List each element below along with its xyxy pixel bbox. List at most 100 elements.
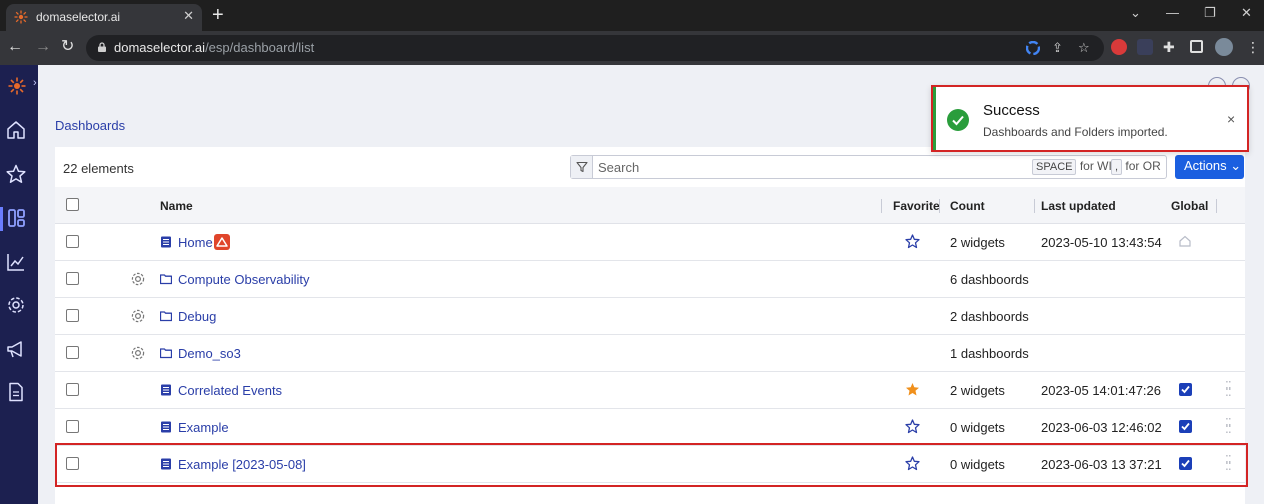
drag-handle-icon[interactable]: ⁚⁚ ⁚⁚: [1225, 380, 1233, 398]
table-header: Name Favorite Count Last updated Global: [55, 187, 1245, 224]
space-key-badge: SPACE: [1032, 159, 1077, 175]
folder-settings-gear-icon[interactable]: [130, 271, 146, 287]
row-name-link[interactable]: Debug: [178, 309, 216, 324]
folder-icon: [160, 311, 172, 322]
filter-button[interactable]: [571, 156, 593, 178]
column-divider: [1034, 199, 1035, 213]
table-row[interactable]: Correlated Events 2 widgets 2023-05 14:01:…: [55, 372, 1245, 409]
search-box: SPACE for WID , for OR: [570, 155, 1167, 179]
success-toast: Success Dashboards and Folders imported.…: [931, 85, 1249, 152]
search-hint-or: , for OR: [1111, 159, 1161, 175]
row-last-updated: 2023-05-10 13:43:54: [1041, 235, 1162, 250]
dashboard-doc-icon: [161, 421, 171, 433]
column-header-last-updated[interactable]: Last updated: [1041, 199, 1116, 213]
back-icon[interactable]: ←: [7, 38, 23, 56]
collapse-chevron-icon[interactable]: ›: [33, 77, 37, 89]
profile-avatar[interactable]: [1215, 38, 1233, 56]
side-panel-icon[interactable]: [1190, 40, 1203, 53]
favorite-star-outline-icon[interactable]: [905, 419, 920, 434]
toast-title: Success: [983, 102, 1040, 119]
row-last-updated: 2023-05 14:01:47:26: [1041, 383, 1161, 398]
row-checkbox[interactable]: [66, 420, 79, 433]
breadcrumb[interactable]: Dashboards: [55, 118, 125, 133]
row-name-link[interactable]: Home: [178, 235, 213, 250]
row-count: 2 dashboords: [950, 309, 1029, 324]
google-icon[interactable]: [1026, 41, 1040, 55]
tab-close-icon[interactable]: ✕: [183, 8, 194, 24]
documents-icon[interactable]: [5, 381, 27, 403]
minimize-button[interactable]: —: [1166, 5, 1179, 20]
analytics-chart-icon[interactable]: [5, 251, 27, 273]
column-header-favorite[interactable]: Favorite: [893, 199, 940, 213]
column-divider: [939, 199, 940, 213]
table-row[interactable]: Compute Observability 6 dashboords: [55, 261, 1245, 298]
success-check-icon: [947, 109, 969, 131]
row-name-link[interactable]: Example: [178, 420, 229, 435]
row-name-link[interactable]: Correlated Events: [178, 383, 282, 398]
column-header-name[interactable]: Name: [160, 199, 193, 213]
extension-pm-icon[interactable]: [1137, 39, 1153, 55]
table-row[interactable]: Demo_so3 1 dashboords: [55, 335, 1245, 372]
reload-icon[interactable]: ↻: [61, 38, 74, 56]
row-count: 0 widgets: [950, 420, 1005, 435]
column-header-count[interactable]: Count: [950, 199, 985, 213]
hint-or-text: for OR: [1125, 159, 1161, 173]
table-row[interactable]: Debug 2 dashboords: [55, 298, 1245, 335]
column-divider: [881, 199, 882, 213]
global-checkbox[interactable]: [1179, 383, 1192, 396]
row-checkbox[interactable]: [66, 346, 79, 359]
settings-gear-icon[interactable]: [5, 294, 27, 316]
folder-icon: [160, 274, 172, 285]
lock-icon: [98, 42, 106, 52]
url-text: domaselector.ai/esp/dashboard/list: [114, 40, 315, 55]
browser-toolbar: ← → ↻ domaselector.ai/esp/dashboard/list…: [0, 31, 1264, 65]
column-divider: [1216, 199, 1217, 213]
row-count: 2 widgets: [950, 383, 1005, 398]
drag-handle-icon[interactable]: ⁚⁚ ⁚⁚: [1225, 417, 1233, 435]
extensions-puzzle-icon[interactable]: ✚: [1163, 38, 1175, 56]
browser-menu-icon[interactable]: ⋮: [1246, 38, 1260, 56]
table-row[interactable]: Example 0 widgets 2023-06-03 12:46:02 ⁚⁚ ⁚⁚: [55, 409, 1245, 446]
favorites-star-icon[interactable]: [5, 163, 27, 185]
forward-icon[interactable]: →: [35, 38, 51, 56]
nav-active-indicator: [0, 207, 3, 231]
maximize-button[interactable]: ❐: [1204, 5, 1216, 21]
highlight-frame: [55, 443, 1248, 487]
dashboards-icon[interactable]: [5, 207, 27, 229]
element-count: 22 elements: [63, 161, 134, 176]
column-header-global[interactable]: Global: [1171, 199, 1208, 213]
folder-settings-gear-icon[interactable]: [130, 345, 146, 361]
checkmark-icon: [1181, 385, 1190, 394]
home-icon[interactable]: [5, 119, 27, 141]
row-checkbox[interactable]: [66, 272, 79, 285]
search-input[interactable]: [598, 158, 1018, 176]
row-count: 1 dashboords: [950, 346, 1029, 361]
announcements-megaphone-icon[interactable]: [5, 338, 27, 360]
row-checkbox[interactable]: [66, 309, 79, 322]
toast-close-icon[interactable]: ×: [1227, 111, 1235, 127]
close-window-button[interactable]: ✕: [1241, 5, 1252, 21]
tab-search-icon[interactable]: ⌄: [1130, 5, 1141, 21]
address-bar[interactable]: domaselector.ai/esp/dashboard/list ⇪ ☆: [86, 35, 1104, 61]
home-badge-icon: [214, 234, 230, 250]
toast-message: Dashboards and Folders imported.: [983, 125, 1168, 139]
browser-tab[interactable]: domaselector.ai ✕: [6, 4, 202, 31]
row-name-link[interactable]: Compute Observability: [178, 272, 310, 287]
table-row[interactable]: Home 2 widgets 2023-05-10 13:43:54: [55, 224, 1245, 261]
bookmark-star-icon[interactable]: ☆: [1078, 40, 1090, 56]
folder-settings-gear-icon[interactable]: [130, 308, 146, 324]
app-logo-icon[interactable]: [8, 77, 26, 95]
favorite-star-outline-icon[interactable]: [905, 234, 920, 249]
checkmark-icon: [1181, 422, 1190, 431]
select-all-checkbox[interactable]: [66, 198, 79, 211]
actions-button[interactable]: Actions ⌄: [1175, 155, 1244, 179]
row-checkbox[interactable]: [66, 235, 79, 248]
extension-record-icon[interactable]: [1111, 39, 1127, 55]
favorite-star-filled-icon[interactable]: [905, 382, 920, 397]
global-checkbox[interactable]: [1179, 420, 1192, 433]
share-icon[interactable]: ⇪: [1052, 40, 1063, 56]
new-tab-button[interactable]: +: [212, 4, 224, 26]
comma-key-badge: ,: [1111, 159, 1123, 175]
row-checkbox[interactable]: [66, 383, 79, 396]
row-name-link[interactable]: Demo_so3: [178, 346, 241, 361]
